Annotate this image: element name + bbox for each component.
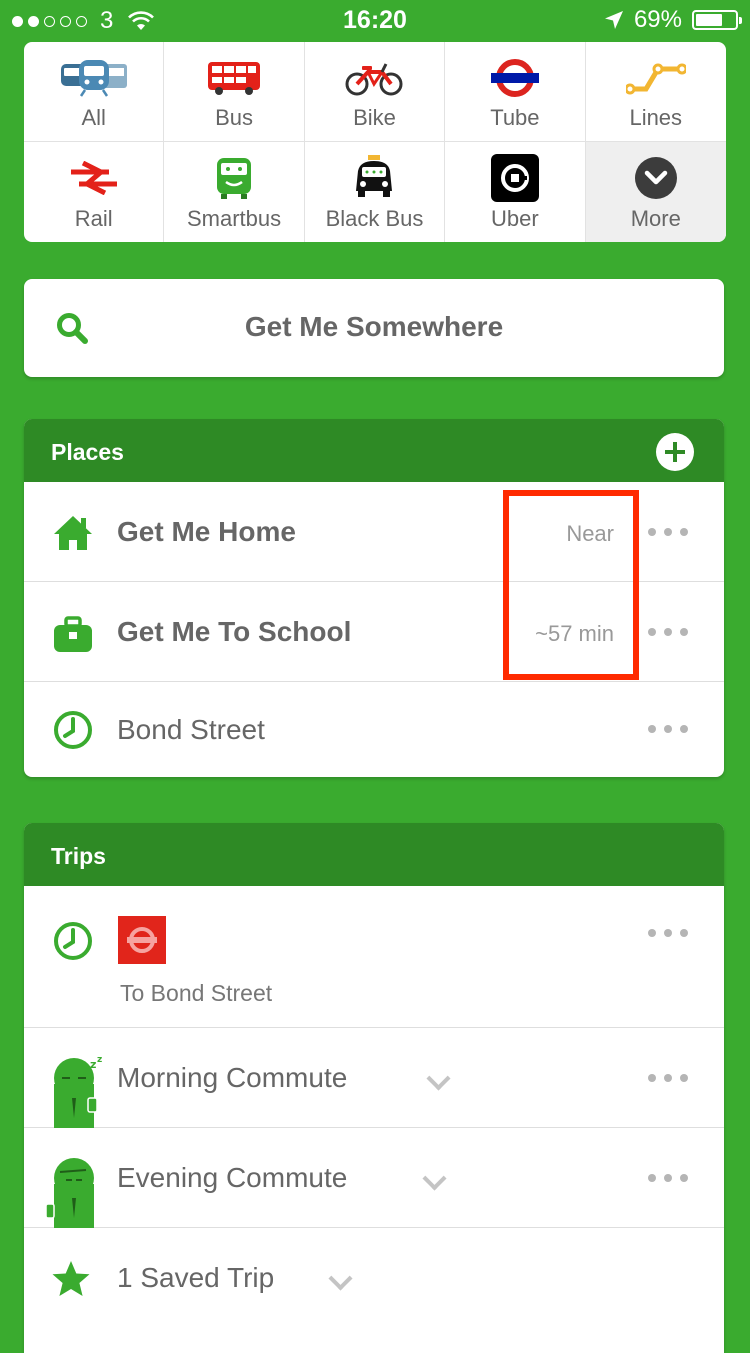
status-bar: 3 16:20 69% [0, 0, 750, 40]
uber-icon [480, 154, 550, 202]
star-icon [52, 1261, 90, 1296]
trip-subtitle: To Bond Street [120, 980, 273, 1006]
more-chevron-icon [621, 156, 691, 200]
tube-roundel-icon [480, 56, 550, 100]
place-label: Get Me Home [117, 516, 296, 547]
mode-rail[interactable]: Rail [24, 142, 165, 242]
svg-text:z: z [83, 1067, 88, 1076]
more-options-icon[interactable] [648, 1073, 688, 1083]
mode-black-bus[interactable]: Black Bus [305, 142, 446, 242]
mode-lines[interactable]: Lines [585, 42, 726, 142]
mode-label: All [81, 105, 106, 130]
trip-label: 1 Saved Trip [117, 1262, 275, 1293]
more-options-icon[interactable] [648, 527, 688, 537]
places-header: Places [24, 419, 724, 482]
add-place-button[interactable] [656, 433, 694, 471]
all-transport-icon [59, 56, 129, 100]
more-options-icon[interactable] [648, 724, 688, 734]
trip-row-bond-street[interactable]: To Bond Street [24, 886, 724, 1028]
mode-tube[interactable]: Tube [445, 42, 586, 142]
trip-row-saved-trips[interactable]: 1 Saved Trip [24, 1228, 724, 1328]
get-me-somewhere-button[interactable]: Get Me Somewhere [24, 279, 724, 377]
happy-commuter-icon [46, 1158, 94, 1228]
trip-row-evening-commute[interactable]: Evening Commute [24, 1128, 724, 1228]
location-arrow-icon [604, 11, 623, 29]
home-icon [54, 516, 92, 550]
mode-label: More [630, 206, 681, 231]
mode-more[interactable]: More [585, 142, 726, 242]
tube-badge [118, 916, 166, 964]
section-title: Trips [51, 843, 106, 869]
mode-label: Bus [215, 105, 254, 130]
lines-icon [621, 56, 691, 100]
trip-label: Evening Commute [117, 1162, 348, 1193]
trips-header: Trips [24, 823, 724, 886]
battery-percent: 69% [633, 6, 682, 33]
chevron-down-icon[interactable] [426, 1066, 451, 1091]
place-label: Get Me To School [117, 616, 352, 647]
more-options-icon[interactable] [648, 928, 688, 938]
search-label: Get Me Somewhere [244, 311, 504, 342]
transport-mode-grid: All Bus Bike Tube Lines Rail Smartbus Bl… [24, 42, 726, 242]
mode-label: Tube [490, 105, 540, 130]
svg-text:z: z [90, 1058, 96, 1071]
mode-bike[interactable]: Bike [304, 42, 446, 142]
mode-all[interactable]: All [24, 42, 165, 142]
mode-label: Uber [491, 206, 539, 231]
mode-label: Smartbus [187, 206, 282, 231]
trip-row-morning-commute[interactable]: z z z Morning Commute [24, 1028, 724, 1128]
mode-label: Lines [629, 105, 683, 130]
bike-icon [339, 56, 409, 100]
briefcase-icon [54, 616, 92, 652]
svg-text:z: z [97, 1055, 102, 1065]
sleepy-commuter-icon: z z z [54, 1055, 102, 1128]
more-options-icon[interactable] [648, 1173, 688, 1183]
section-title: Places [51, 439, 124, 465]
mode-uber[interactable]: Uber [445, 142, 586, 242]
mode-bus[interactable]: Bus [164, 42, 305, 142]
mode-label: Bike [353, 105, 396, 130]
chevron-down-icon[interactable] [328, 1266, 353, 1291]
clock-icon [54, 922, 92, 960]
battery-fill [696, 14, 722, 26]
more-options-icon[interactable] [648, 627, 688, 637]
chevron-down-icon[interactable] [422, 1166, 447, 1191]
national-rail-icon [59, 156, 129, 200]
place-label: Bond Street [117, 714, 265, 745]
battery-icon [692, 10, 742, 30]
trips-section: Trips To Bond Street z z z Morning Commu… [24, 823, 724, 1353]
highlight-box [503, 490, 639, 680]
black-bus-icon [339, 155, 409, 200]
smartbus-icon [199, 156, 269, 200]
place-row-bond-street[interactable]: Bond Street [24, 682, 724, 777]
bus-icon [199, 56, 269, 100]
mode-label: Black Bus [325, 206, 424, 231]
mode-smartbus[interactable]: Smartbus [164, 142, 305, 242]
trip-label: Morning Commute [117, 1062, 348, 1093]
clock-icon [54, 711, 92, 749]
tube-roundel-icon [127, 927, 157, 953]
mode-label: Rail [74, 206, 113, 231]
